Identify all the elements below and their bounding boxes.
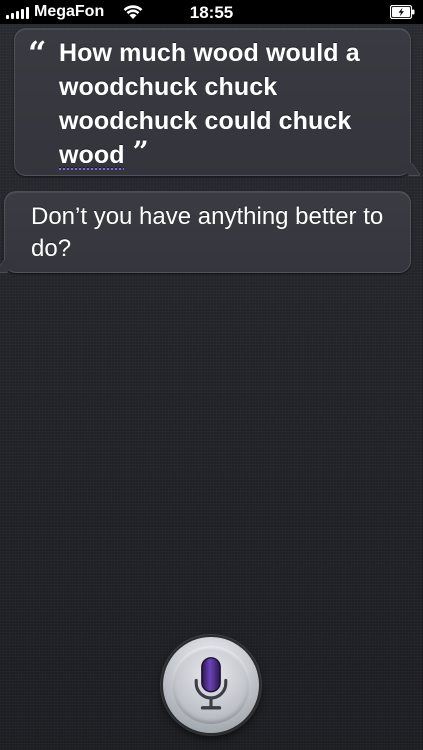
open-quote-icon: “	[28, 34, 47, 72]
status-bar: MegaFon 18:55	[0, 0, 423, 24]
user-query-last-word: wood	[59, 141, 125, 169]
battery-charging-icon	[390, 5, 415, 19]
close-quote-icon: ”	[132, 135, 149, 168]
microphone-button-face	[172, 646, 250, 724]
user-query-main: How much wood would a woodchuck chuck wo…	[59, 39, 360, 135]
clock-time: 18:55	[189, 3, 234, 22]
microphone-button[interactable]	[163, 637, 259, 733]
user-query-bubble[interactable]: “ How much wood would a woodchuck chuck …	[14, 28, 411, 176]
microphone-icon	[194, 657, 228, 710]
siri-response-text: Don’t you have anything better to do?	[31, 203, 384, 262]
user-query-text: How much wood would a woodchuck chuck wo…	[59, 36, 379, 172]
siri-response-bubble: Don’t you have anything better to do?	[4, 191, 411, 273]
